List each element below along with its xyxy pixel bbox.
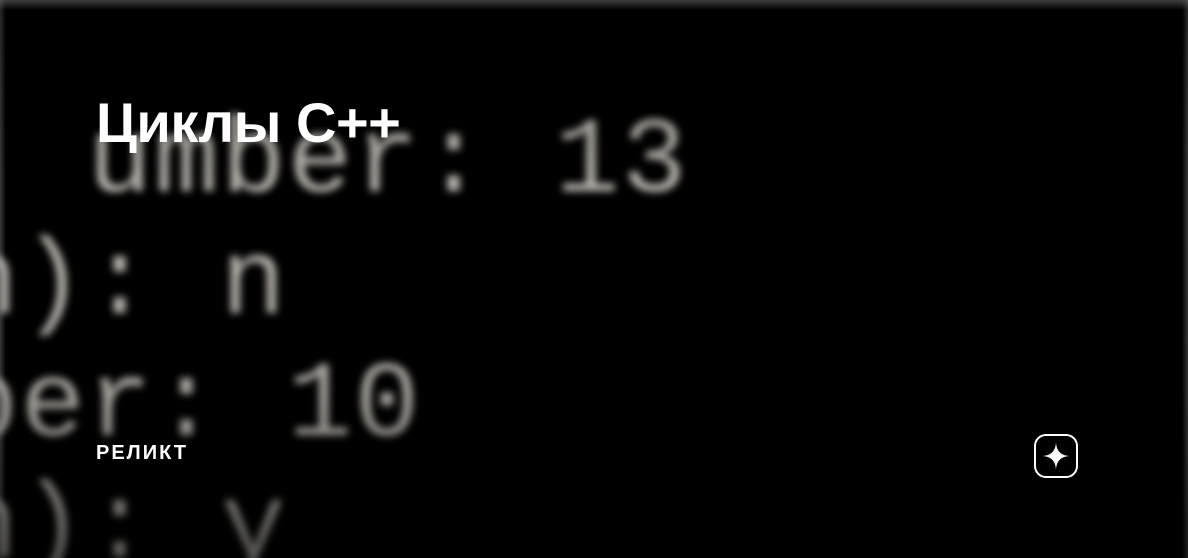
star-icon — [1041, 441, 1071, 471]
terminal-background: umber: 13 y/n): n umber: 10 y/n): y ge v… — [0, 0, 1188, 558]
terminal-text: umber: 13 y/n): n umber: 10 y/n): y ge v… — [0, 0, 889, 558]
terminal-line-4: y/n): y — [0, 468, 288, 558]
terminal-line-3: umber: 10 — [0, 346, 421, 468]
article-title: Циклы C++ — [96, 90, 400, 155]
zen-icon[interactable] — [1034, 434, 1078, 478]
channel-name[interactable]: РЕЛИКТ — [96, 442, 188, 465]
terminal-line-2: y/n): n — [0, 224, 288, 346]
